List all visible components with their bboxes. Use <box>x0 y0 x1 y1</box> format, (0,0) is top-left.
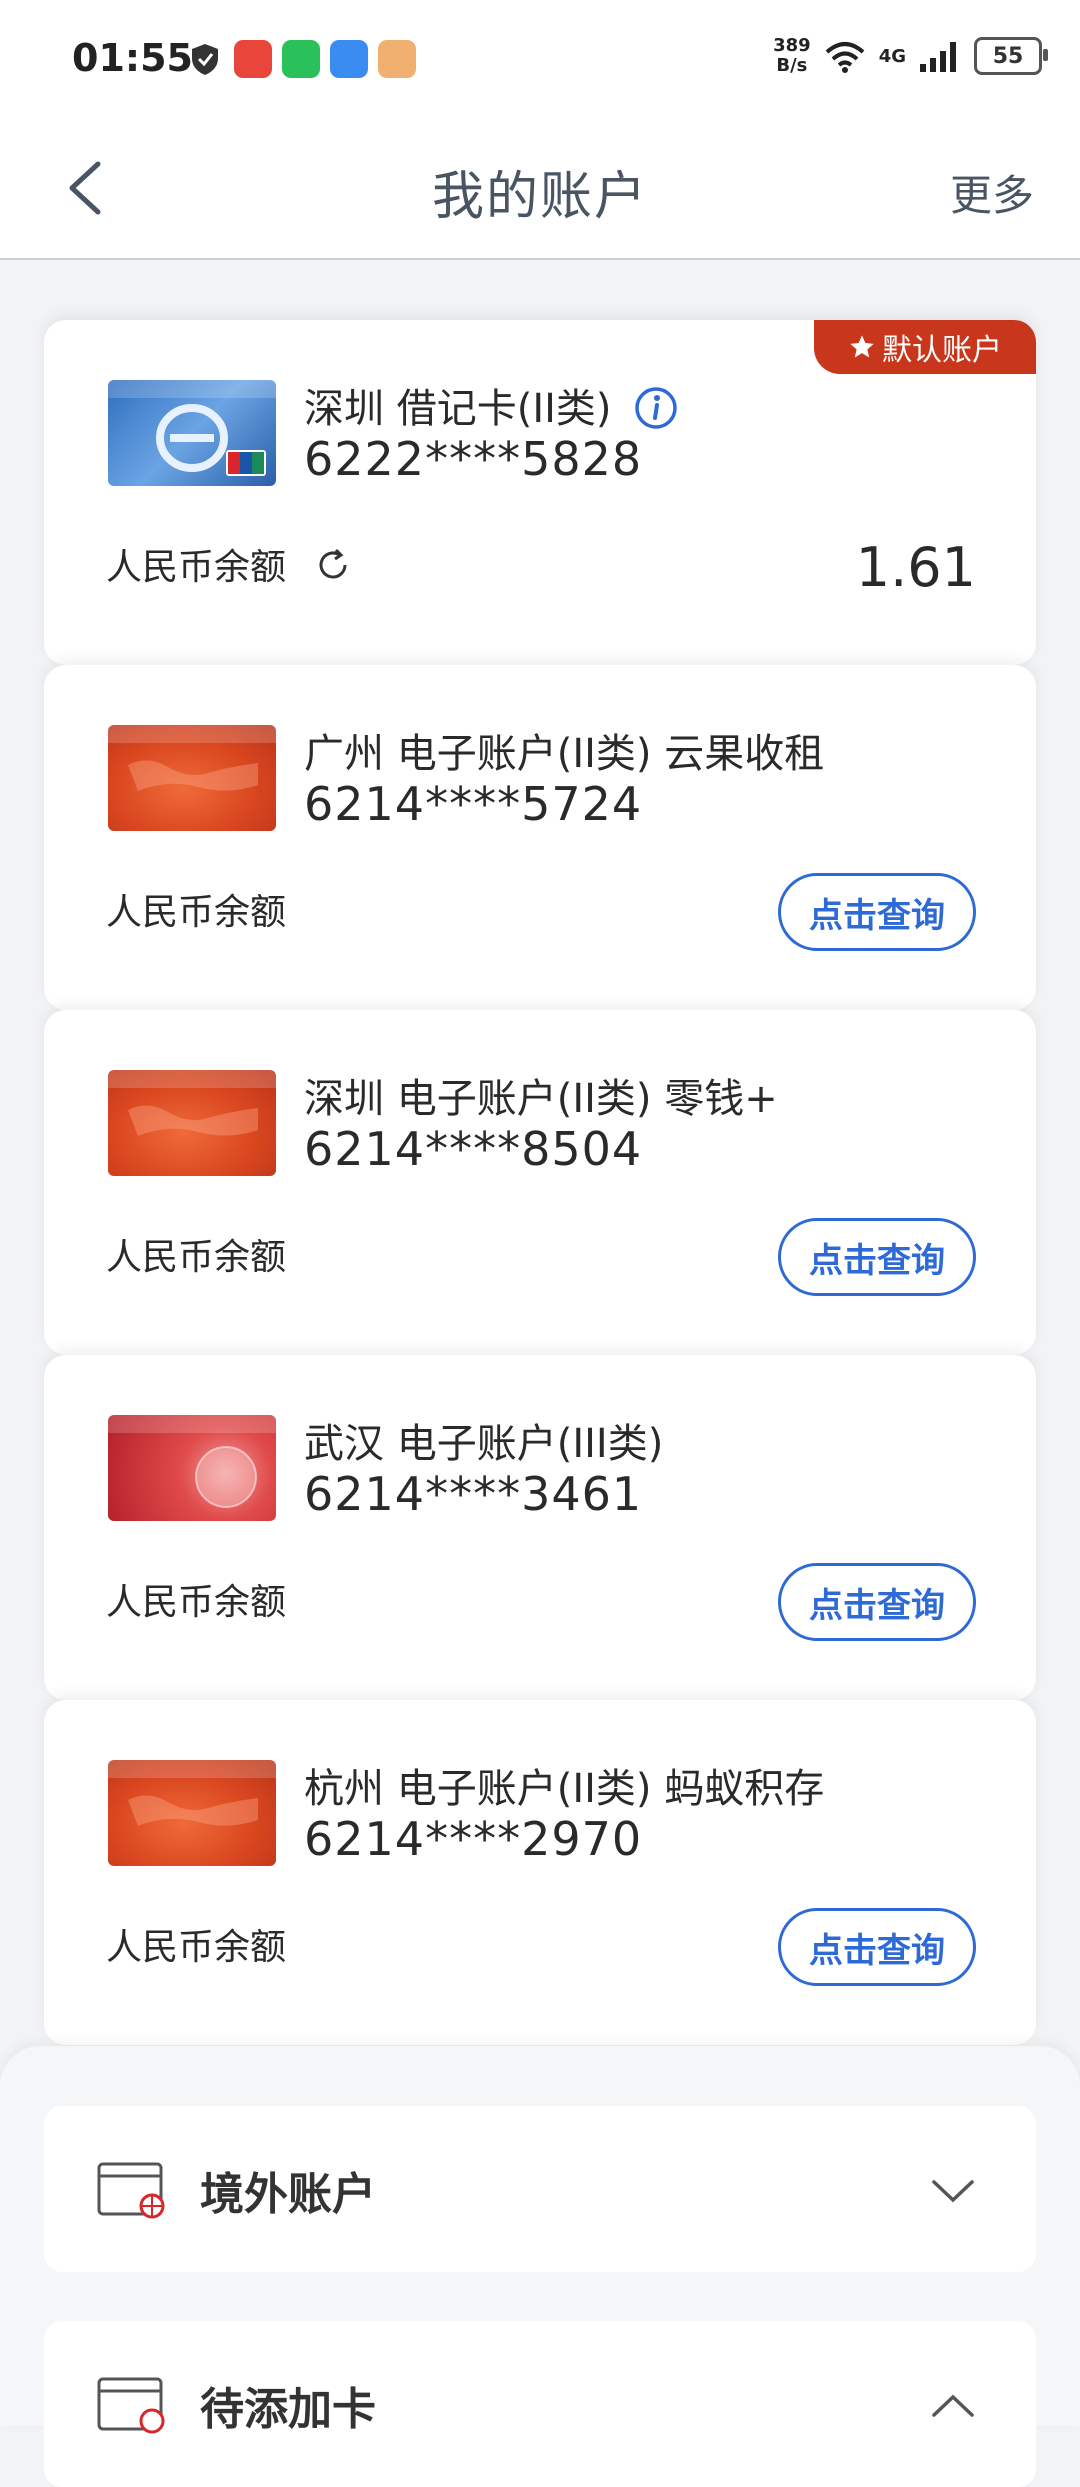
more-button[interactable]: 更多 <box>950 162 1034 223</box>
balance-label: 人民币余额 <box>106 1582 287 1623</box>
star-icon <box>850 335 874 358</box>
query-balance-button[interactable]: 点击查询 <box>778 1563 976 1641</box>
account-card[interactable]: 深圳 电子账户(II类) 零钱+ 6214****8504 人民币余额 点击查询 <box>44 1010 1036 1355</box>
overseas-card-icon <box>97 2162 165 2219</box>
status-right: 389 B/s 4G 55 <box>773 36 1048 76</box>
balance-label: 人民币余额 <box>106 1237 287 1278</box>
bottom-sheet: 境外账户 待添加卡 <box>0 2046 1080 2487</box>
balance-label: 人民币余额 <box>106 538 353 590</box>
notification-icons <box>186 40 416 78</box>
account-number: 6214****5724 <box>304 777 643 831</box>
refresh-icon[interactable] <box>313 545 353 585</box>
query-balance-button[interactable]: 点击查询 <box>778 1218 976 1296</box>
account-title: 杭州 电子账户(II类) 蚂蚁积存 <box>304 1766 825 1812</box>
default-account-badge: 默认账户 <box>814 320 1036 374</box>
battery-level: 55 <box>992 43 1024 69</box>
account-title: 深圳 借记卡(II类) <box>304 376 678 434</box>
status-time: 01:55 <box>72 36 193 80</box>
card-image <box>108 1070 276 1176</box>
account-card[interactable]: 广州 电子账户(II类) 云果收租 6214****5724 人民币余额 点击查… <box>44 665 1036 1010</box>
net-speed: 389 B/s <box>773 36 811 76</box>
account-title: 广州 电子账户(II类) 云果收租 <box>304 731 825 777</box>
account-number: 6214****8504 <box>304 1122 643 1176</box>
account-card[interactable]: 武汉 电子账户(III类) 6214****3461 人民币余额 点击查询 <box>44 1355 1036 1700</box>
account-card[interactable]: 默认账户 深圳 借记卡(II类) 6222****5828 人民币余额 1.61 <box>44 320 1036 665</box>
net-speed-value: 389 <box>773 35 811 56</box>
query-balance-button[interactable]: 点击查询 <box>778 873 976 951</box>
battery-icon: 55 <box>974 37 1048 75</box>
balance-value: 1.61 <box>855 536 976 599</box>
balance-label: 人民币余额 <box>106 1927 287 1968</box>
account-title: 深圳 电子账户(II类) 零钱+ <box>304 1076 778 1122</box>
chevron-down-icon[interactable] <box>930 2168 976 2214</box>
app-notification-icon <box>234 40 272 78</box>
status-bar: 01:55 389 B/s 4G 55 <box>0 0 1080 120</box>
card-image <box>108 725 276 831</box>
pending-card-title: 待添加卡 <box>200 2384 376 2435</box>
net-speed-unit: B/s <box>776 55 808 76</box>
wifi-icon <box>825 42 865 73</box>
card-image <box>108 1760 276 1866</box>
balance-label: 人民币余额 <box>106 892 287 933</box>
chevron-up-icon[interactable] <box>930 2383 976 2429</box>
account-card[interactable]: 杭州 电子账户(II类) 蚂蚁积存 6214****2970 人民币余额 点击查… <box>44 1700 1036 2045</box>
card-image <box>108 1415 276 1521</box>
message-icon <box>330 40 368 78</box>
network-type: 4G <box>878 45 906 67</box>
pending-card-section[interactable]: 待添加卡 <box>44 2321 1036 2487</box>
shield-icon <box>192 44 218 75</box>
card-image <box>108 380 276 486</box>
account-number: 6214****2970 <box>304 1812 643 1866</box>
wechat-icon <box>282 40 320 78</box>
account-title: 武汉 电子账户(III类) <box>304 1421 664 1467</box>
overseas-account-title: 境外账户 <box>200 2169 376 2220</box>
query-balance-button[interactable]: 点击查询 <box>778 1908 976 1986</box>
account-number: 6222****5828 <box>304 432 643 486</box>
default-account-label: 默认账户 <box>882 333 1002 368</box>
pending-card-icon <box>97 2377 165 2434</box>
overseas-account-section[interactable]: 境外账户 <box>44 2106 1036 2272</box>
account-number: 6214****3461 <box>304 1467 643 1521</box>
balance-label-text: 人民币余额 <box>106 547 287 588</box>
page-title: 我的账户 <box>431 167 648 227</box>
account-title-text: 深圳 借记卡(II类) <box>304 386 612 432</box>
info-icon[interactable] <box>634 386 678 430</box>
app-notification-icon <box>378 40 416 78</box>
nav-bar: 我的账户 更多 <box>0 120 1080 260</box>
signal-icon <box>920 42 956 72</box>
